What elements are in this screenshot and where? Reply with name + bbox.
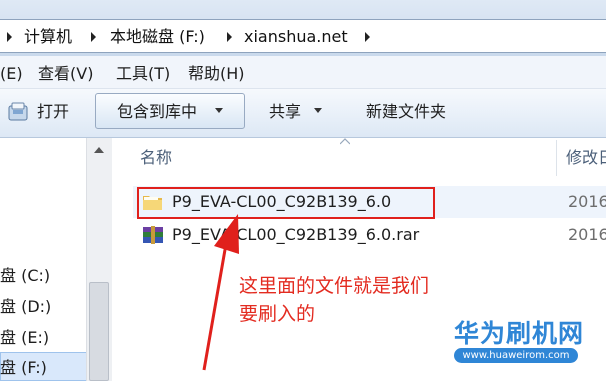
- open-label: 打开: [37, 102, 70, 121]
- menu-edit[interactable]: (E): [0, 64, 23, 84]
- menu-view[interactable]: 查看(V): [38, 64, 93, 84]
- file-date: 2016: [568, 225, 606, 244]
- dropdown-arrow-icon: [314, 108, 322, 113]
- open-icon: [8, 102, 28, 121]
- nav-drive-e[interactable]: 盘 (E:): [0, 327, 49, 349]
- new-folder-button[interactable]: 新建文件夹: [366, 101, 446, 123]
- file-date: 2016: [568, 192, 606, 211]
- include-in-library-button[interactable]: 包含到库中: [95, 93, 245, 129]
- menu-help[interactable]: 帮助(H): [188, 64, 245, 84]
- winrar-archive-icon: [143, 226, 163, 244]
- chevron-right-icon[interactable]: [4, 27, 14, 47]
- nav-drive-c[interactable]: 盘 (C:): [0, 265, 50, 287]
- scroll-up-arrow-icon[interactable]: [94, 146, 104, 154]
- include-in-library-label: 包含到库中: [117, 102, 198, 121]
- menu-tools[interactable]: 工具(T): [116, 64, 170, 84]
- watermark-logo-text: 华为刷机网: [454, 319, 585, 348]
- nav-drive-f[interactable]: 盘 (F:): [0, 357, 47, 379]
- sort-up-arrow-icon: [340, 138, 350, 145]
- watermark-url: www.huaweirom.com: [454, 348, 578, 363]
- open-button[interactable]: 打开: [0, 96, 80, 128]
- annotation-line-1: 这里面的文件就是我们: [239, 275, 430, 297]
- chevron-right-icon[interactable]: [88, 27, 98, 47]
- column-header-name[interactable]: 名称: [140, 148, 172, 168]
- dropdown-arrow-icon: [215, 108, 223, 113]
- nav-scrollbar-thumb[interactable]: [89, 282, 109, 381]
- column-divider[interactable]: [556, 140, 557, 176]
- nav-drive-d[interactable]: 盘 (D:): [0, 296, 51, 318]
- column-header-modified[interactable]: 修改日: [566, 148, 606, 168]
- share-label: 共享: [269, 102, 302, 121]
- chevron-right-icon[interactable]: [362, 27, 372, 47]
- chevron-right-icon[interactable]: [224, 27, 234, 47]
- annotation-line-2: 要刷入的: [239, 303, 316, 325]
- share-button[interactable]: 共享: [262, 96, 328, 128]
- breadcrumb-computer[interactable]: 计算机: [24, 26, 72, 48]
- breadcrumb-folder[interactable]: xianshua.net: [244, 26, 348, 48]
- highlight-box: [137, 187, 435, 219]
- breadcrumb-drive-f[interactable]: 本地磁盘 (F:): [110, 26, 205, 48]
